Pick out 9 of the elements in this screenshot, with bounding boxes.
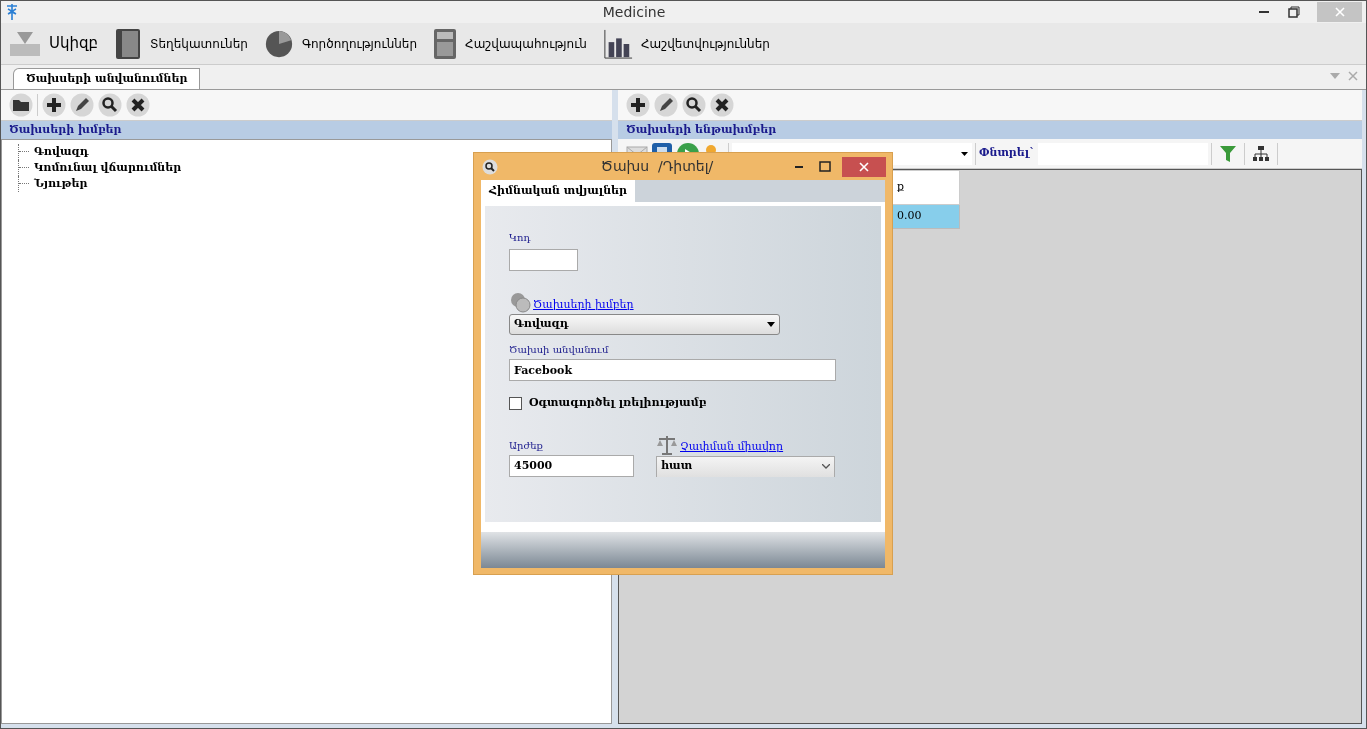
field-label: Ծախսի անվանում xyxy=(509,343,610,357)
panel-title: Ծախսերի ենթախմբեր xyxy=(626,121,777,138)
field-label: Արժեք xyxy=(509,438,544,453)
dialog-title: Ծախս /Դիտել/ xyxy=(600,158,714,174)
checkbox-label: Օգտագործել լռելիությամբ xyxy=(529,395,707,411)
panel-title: Ծախսերի խմբեր xyxy=(9,121,122,138)
search-label: Փնտրել` xyxy=(979,145,1035,162)
window-title: Medicine xyxy=(602,3,666,20)
field-label: Կոդ xyxy=(509,231,532,245)
